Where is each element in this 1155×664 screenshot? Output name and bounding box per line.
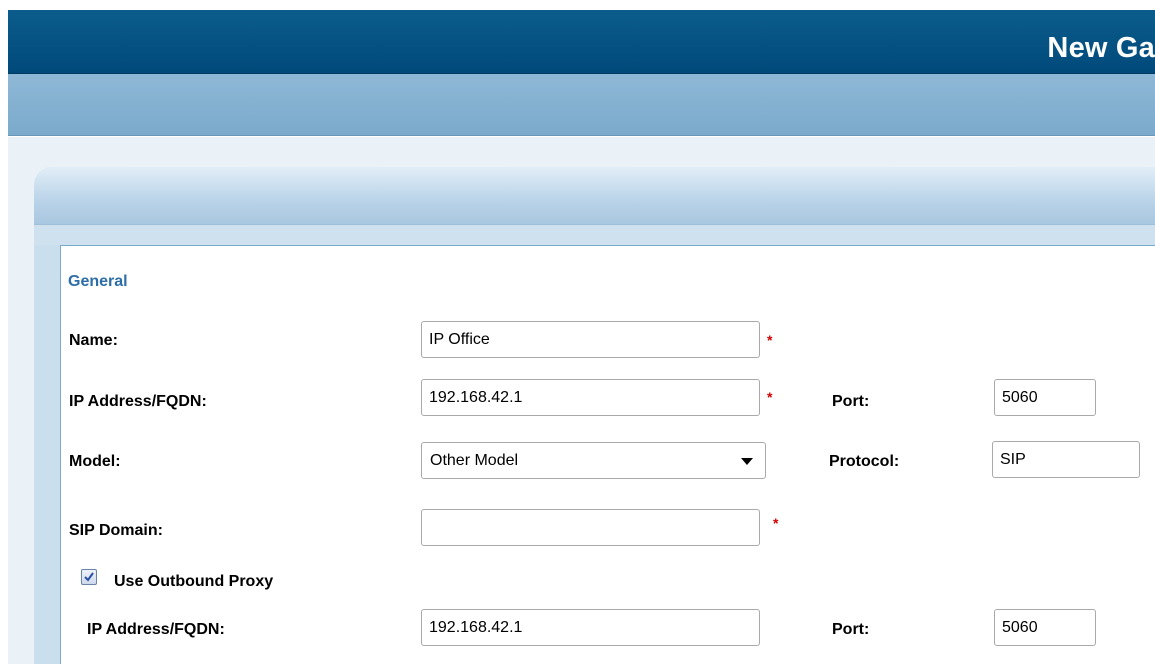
checkmark-icon [84,572,94,582]
outbound-proxy-label: Use Outbound Proxy [114,573,274,590]
top-strip [0,0,1155,10]
sip-domain-label: SIP Domain: [69,522,163,539]
model-select-value: Other Model [430,452,519,469]
port-label: Port: [832,393,870,410]
toolbar-bar [8,74,1155,136]
section-title-general: General [68,273,128,290]
proxy-port-label: Port: [832,621,870,638]
ip-address-required-marker: * [767,389,773,405]
panel-gap [34,225,1155,245]
sip-domain-required-marker: * [773,515,779,531]
protocol-input[interactable]: SIP [992,441,1140,478]
ip-address-label: IP Address/FQDN: [69,393,207,410]
port-input[interactable]: 5060 [994,379,1096,416]
ip-address-input[interactable]: 192.168.42.1 [421,379,760,416]
proxy-port-input[interactable]: 5060 [994,609,1096,646]
name-input[interactable]: IP Office [421,321,760,358]
outbound-proxy-checkbox[interactable] [81,569,97,585]
page-title: New Ga [1047,32,1155,64]
model-select[interactable]: Other Model [421,442,766,479]
protocol-label: Protocol: [829,453,900,470]
title-bar: New Ga [8,10,1155,74]
proxy-ip-address-label: IP Address/FQDN: [87,621,225,638]
name-required-marker: * [767,332,773,348]
chevron-down-icon [741,458,753,465]
panel-header [34,167,1155,225]
name-label: Name: [69,332,118,349]
proxy-ip-address-input[interactable]: 192.168.42.1 [421,609,760,646]
sip-domain-input[interactable] [421,509,760,546]
model-label: Model: [69,453,121,470]
